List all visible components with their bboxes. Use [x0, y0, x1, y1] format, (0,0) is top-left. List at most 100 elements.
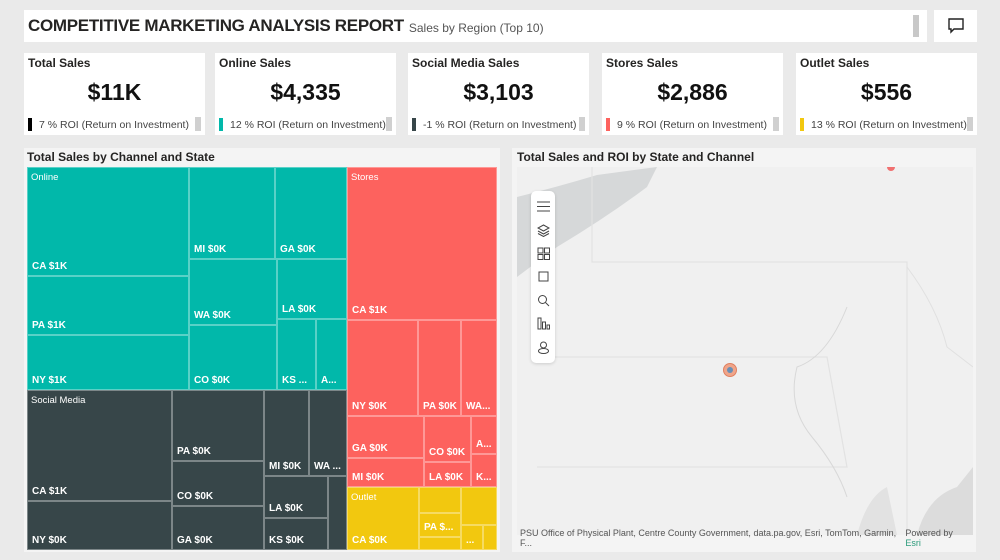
cell-label: CA $1K: [32, 261, 68, 272]
kpi-label: Stores Sales: [606, 56, 679, 70]
cell-label: CO $0K: [177, 491, 214, 502]
cell-label: PA $0K: [423, 401, 457, 412]
treemap-cell[interactable]: WA $0K: [189, 259, 277, 325]
cell-label: NY $0K: [352, 401, 387, 412]
treemap-cell[interactable]: KS $0K: [264, 518, 328, 550]
person-icon[interactable]: [535, 339, 551, 355]
treemap-cell[interactable]: LA $0K: [277, 259, 347, 319]
report-subtitle: Sales by Region (Top 10): [408, 20, 544, 35]
treemap-area: Online CA $1K PA $1K NY $1K MI $0K GA $0…: [27, 167, 497, 550]
kpi-roi: 9 % ROI (Return on Investment): [606, 118, 767, 131]
select-icon[interactable]: [535, 269, 551, 285]
report-title: COMPETITIVE MARKETING ANALYSIS REPORT: [28, 16, 404, 35]
cell-label: WA ...: [314, 461, 341, 472]
treemap-cell[interactable]: GA $0K: [172, 506, 264, 550]
treemap-cell[interactable]: [461, 487, 497, 525]
treemap-cell[interactable]: PA $0K: [418, 320, 461, 416]
kpi-value: $2,886: [657, 79, 728, 105]
treemap-cell[interactable]: PA $0K: [172, 390, 264, 461]
roi-color-bar: [800, 118, 804, 131]
cell-label: CA $1K: [352, 305, 388, 316]
treemap-cell[interactable]: CA $1K: [27, 390, 172, 501]
cell-label: CO $0K: [194, 375, 231, 386]
treemap-cell[interactable]: LA $0K: [424, 462, 471, 487]
search-icon[interactable]: [535, 292, 551, 308]
treemap-cell[interactable]: MI $0K: [264, 390, 309, 476]
roi-text: 13 % ROI (Return on Investment): [811, 118, 967, 131]
treemap-cell[interactable]: CA $1K: [347, 167, 497, 320]
cell-label: LA $0K: [282, 304, 317, 315]
map-basemap: [517, 167, 973, 535]
report-header: COMPETITIVE MARKETING ANALYSIS REPORT Sa…: [24, 10, 927, 42]
kpi-scrollbar[interactable]: [773, 117, 779, 131]
map-visual: Total Sales and ROI by State and Channel…: [512, 148, 976, 552]
cell-label: NY $0K: [32, 535, 67, 546]
group-label-social-media: Social Media: [31, 395, 86, 406]
layers-icon[interactable]: [535, 222, 551, 238]
comment-icon: [947, 18, 964, 34]
roi-color-bar: [28, 118, 32, 131]
kpi-outlet-sales: Outlet Sales $556 13 % ROI (Return on In…: [796, 53, 977, 135]
treemap-cell[interactable]: KS ...: [277, 319, 316, 390]
kpi-value: $556: [860, 79, 913, 105]
menu-icon[interactable]: [535, 199, 551, 215]
treemap-cell[interactable]: WA...: [461, 320, 497, 416]
treemap-cell[interactable]: [419, 487, 461, 513]
treemap-cell[interactable]: [419, 537, 461, 550]
treemap-cell[interactable]: NY $0K: [27, 501, 172, 550]
group-label-outlet: Outlet: [351, 492, 377, 503]
powered-by: Powered by Esri: [905, 528, 970, 548]
treemap-cell[interactable]: CA $1K: [27, 167, 189, 276]
kpi-scrollbar[interactable]: [386, 117, 392, 131]
kpi-scrollbar[interactable]: [195, 117, 201, 131]
cell-label: LA $0K: [429, 472, 464, 483]
group-label-online: Online: [31, 172, 59, 183]
cell-label: GA $0K: [352, 443, 388, 454]
roi-text: -1 % ROI (Return on Investment): [423, 118, 577, 131]
kpi-roi: 13 % ROI (Return on Investment): [800, 118, 967, 131]
treemap-cell[interactable]: ...: [461, 525, 483, 550]
treemap-cell[interactable]: CO $0K: [189, 325, 277, 390]
esri-link[interactable]: Esri: [905, 538, 921, 548]
kpi-scrollbar[interactable]: [967, 117, 973, 131]
treemap-cell[interactable]: CO $0K: [424, 416, 471, 462]
cell-label: GA $0K: [177, 535, 213, 546]
header-scrollbar[interactable]: [913, 15, 919, 37]
treemap-cell[interactable]: WA ...: [309, 390, 347, 476]
treemap-cell[interactable]: NY $0K: [347, 320, 418, 416]
treemap-cell[interactable]: MI $0K: [189, 167, 275, 259]
treemap-cell[interactable]: A...: [316, 319, 347, 390]
treemap-cell[interactable]: K...: [471, 454, 497, 487]
kpi-social-media-sales: Social Media Sales $3,103 -1 % ROI (Retu…: [408, 53, 589, 135]
comment-button[interactable]: [934, 10, 977, 42]
treemap-cell[interactable]: GA $0K: [275, 167, 347, 259]
cell-label: PA $...: [424, 522, 454, 533]
treemap-cell[interactable]: GA $0K: [347, 416, 424, 458]
treemap-cell[interactable]: A...: [471, 416, 497, 454]
kpi-label: Total Sales: [28, 56, 91, 70]
treemap-cell[interactable]: NY $1K: [27, 335, 189, 390]
treemap-cell[interactable]: [483, 525, 497, 550]
map-canvas[interactable]: [517, 167, 973, 535]
attribution-text: PSU Office of Physical Plant, Centre Cou…: [520, 528, 897, 548]
treemap-cell[interactable]: PA $1K: [27, 276, 189, 335]
treemap-cell[interactable]: MI $0K: [347, 458, 424, 487]
roi-text: 7 % ROI (Return on Investment): [39, 118, 189, 131]
treemap-cell[interactable]: [328, 476, 347, 550]
map-data-point[interactable]: [723, 363, 737, 377]
cell-label: A...: [321, 375, 337, 386]
treemap-cell[interactable]: LA $0K: [264, 476, 328, 518]
chart-icon[interactable]: [535, 316, 551, 332]
treemap-cell[interactable]: CO $0K: [172, 461, 264, 506]
treemap-cell[interactable]: PA $...: [419, 513, 461, 537]
legend-icon[interactable]: [535, 246, 551, 262]
kpi-scrollbar[interactable]: [579, 117, 585, 131]
roi-color-bar: [412, 118, 416, 131]
cell-label: GA $0K: [280, 244, 316, 255]
kpi-roi: 7 % ROI (Return on Investment): [28, 118, 189, 131]
kpi-label: Online Sales: [219, 56, 292, 70]
roi-text: 9 % ROI (Return on Investment): [617, 118, 767, 131]
cell-label: MI $0K: [352, 472, 385, 483]
cell-label: CA $1K: [32, 486, 68, 497]
group-label-stores: Stores: [351, 172, 379, 183]
